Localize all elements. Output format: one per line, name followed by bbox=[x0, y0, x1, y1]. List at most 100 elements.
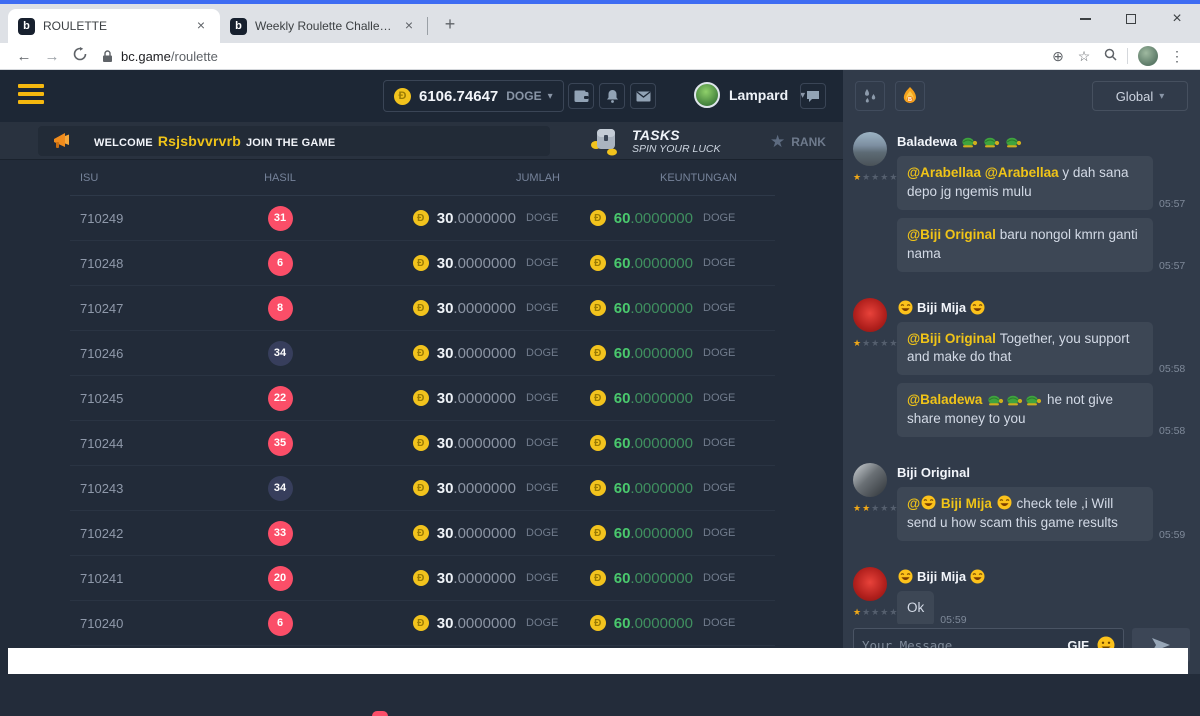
table-row[interactable]: 71024435Đ30.0000000DOGEĐ60.0000000DOGE bbox=[70, 421, 775, 466]
chat-message-group: ★★★★★Baladewa @Arabellaa @Arabellaa y dah… bbox=[853, 132, 1190, 280]
chat-user-avatar[interactable] bbox=[853, 567, 887, 601]
wallet-button[interactable] bbox=[568, 83, 594, 109]
coin-drop-button[interactable]: B bbox=[895, 81, 925, 111]
profit-integer: 60 bbox=[614, 615, 631, 632]
bet-id: 710243 bbox=[70, 481, 220, 496]
table-row[interactable]: 7102478Đ30.0000000DOGEĐ60.0000000DOGE bbox=[70, 286, 775, 331]
chat-user-avatar[interactable] bbox=[853, 298, 887, 332]
rain-button[interactable] bbox=[855, 81, 885, 111]
tab-close-icon[interactable]: × bbox=[400, 17, 418, 35]
chat-user-column: ★★★★★ bbox=[853, 132, 897, 280]
mention-link[interactable]: @ bbox=[907, 496, 920, 511]
hamburger-menu-icon[interactable] bbox=[18, 84, 44, 108]
mention-link[interactable]: @Biji Original bbox=[907, 227, 1000, 242]
rank-shortcut[interactable]: ★ RANK bbox=[770, 132, 826, 152]
messages-button[interactable] bbox=[630, 83, 656, 109]
tasks-shortcut[interactable]: TASKS SPIN YOUR LUCK bbox=[588, 125, 721, 157]
mention-link[interactable]: @Arabellaa bbox=[907, 165, 985, 180]
table-row[interactable]: 71024120Đ30.0000000DOGEĐ60.0000000DOGE bbox=[70, 556, 775, 601]
welcome-prefix: WELCOME bbox=[94, 137, 153, 149]
doge-coin-icon: Đ bbox=[590, 435, 606, 451]
chat-bubble: @Arabellaa @Arabellaa y dah sana depo jg… bbox=[897, 156, 1153, 210]
maximize-button[interactable] bbox=[1108, 4, 1154, 34]
laugh-emoji-icon bbox=[970, 300, 985, 315]
chat-username[interactable]: Biji Original bbox=[897, 465, 1190, 480]
reload-icon[interactable] bbox=[66, 47, 94, 65]
minimize-button[interactable] bbox=[1062, 4, 1108, 34]
amount-currency: DOGE bbox=[526, 302, 560, 314]
roulette-result-badge: 31 bbox=[268, 206, 293, 231]
mention-link[interactable]: @Arabellaa bbox=[985, 165, 1063, 180]
table-row[interactable]: 71024233Đ30.0000000DOGEĐ60.0000000DOGE bbox=[70, 511, 775, 556]
table-row[interactable]: 71024334Đ30.0000000DOGEĐ60.0000000DOGE bbox=[70, 466, 775, 511]
search-icon[interactable] bbox=[1097, 48, 1123, 64]
tab-weekly-challenge[interactable]: b Weekly Roulette Challenge - Win × bbox=[220, 9, 428, 43]
chat-message: @Arabellaa @Arabellaa y dah sana depo jg… bbox=[897, 156, 1190, 210]
user-menu[interactable]: Lampard ▾ bbox=[694, 82, 805, 108]
star-icon: ★ bbox=[871, 338, 880, 348]
table-row[interactable]: 71024522Đ30.0000000DOGEĐ60.0000000DOGE bbox=[70, 376, 775, 421]
profit-decimals: .0000000 bbox=[630, 480, 693, 497]
tab-roulette[interactable]: b ROULETTE × bbox=[8, 9, 220, 43]
chat-bubble: Ok bbox=[897, 591, 934, 624]
notifications-button[interactable] bbox=[599, 83, 625, 109]
profit-currency: DOGE bbox=[703, 347, 737, 359]
table-row[interactable]: 71024931Đ30.0000000DOGEĐ60.0000000DOGE bbox=[70, 196, 775, 241]
profit-cell: Đ60.0000000DOGE bbox=[560, 390, 737, 407]
url-field[interactable]: bc.game/roulette bbox=[102, 49, 1045, 64]
table-header-row: ISU HASIL JUMLAH KEUNTUNGAN bbox=[70, 160, 775, 196]
browser-menu-icon[interactable]: ⋮ bbox=[1164, 48, 1190, 65]
bet-amount-cell: Đ30.0000000DOGE bbox=[340, 390, 560, 407]
table-row[interactable]: 7102486Đ30.0000000DOGEĐ60.0000000DOGE bbox=[70, 241, 775, 286]
table-row[interactable]: 71024634Đ30.0000000DOGEĐ60.0000000DOGE bbox=[70, 331, 775, 376]
mention-link[interactable]: @Biji Original bbox=[907, 331, 1000, 346]
chat-message: @Biji Original baru nongol kmrn ganti na… bbox=[897, 218, 1190, 272]
profit-cell: Đ60.0000000DOGE bbox=[560, 300, 737, 317]
table-row[interactable]: 7102406Đ30.0000000DOGEĐ60.0000000DOGE bbox=[70, 601, 775, 646]
chat-username-text: Biji Original bbox=[897, 465, 970, 480]
tasks-subtitle: SPIN YOUR LUCK bbox=[632, 143, 721, 155]
partial-row-badge bbox=[372, 711, 388, 716]
turtle-emoji-icon bbox=[1025, 394, 1042, 406]
message-timestamp: 05:57 bbox=[1159, 198, 1185, 210]
balance-selector[interactable]: Đ 6106.74647 DOGE ▾ bbox=[383, 80, 564, 112]
chat-username[interactable]: Biji Mija bbox=[897, 300, 1190, 315]
svg-text:B: B bbox=[908, 97, 912, 103]
bet-amount-cell: Đ30.0000000DOGE bbox=[340, 525, 560, 542]
bookmark-star-icon[interactable]: ☆ bbox=[1071, 48, 1097, 65]
mention-link[interactable]: Biji Mija bbox=[937, 496, 996, 511]
announcement-banner: WELCOMERsjsbvvrvrbJOIN THE GAME TASKS SP… bbox=[0, 122, 843, 160]
tab-close-icon[interactable]: × bbox=[192, 17, 210, 35]
chat-toggle-button[interactable] bbox=[800, 83, 826, 109]
doge-coin-icon: Đ bbox=[413, 390, 429, 406]
doge-coin-icon: Đ bbox=[590, 300, 606, 316]
mention-link[interactable]: @Baladewa bbox=[907, 392, 986, 407]
bet-id: 710247 bbox=[70, 301, 220, 316]
tab-title: ROULETTE bbox=[43, 19, 184, 33]
profit-cell: Đ60.0000000DOGE bbox=[560, 255, 737, 272]
address-bar: ← → bc.game/roulette ⊕ ☆ ⋮ bbox=[0, 43, 1200, 70]
amount-currency: DOGE bbox=[526, 257, 560, 269]
user-avatar bbox=[694, 82, 720, 108]
new-tab-button[interactable]: + bbox=[436, 11, 464, 39]
amount-currency: DOGE bbox=[526, 347, 560, 359]
profit-integer: 60 bbox=[614, 435, 631, 452]
chat-user-avatar[interactable] bbox=[853, 132, 887, 166]
browser-profile-avatar[interactable] bbox=[1138, 46, 1158, 66]
chat-channel-value: Global bbox=[1116, 89, 1154, 104]
profit-integer: 60 bbox=[614, 525, 631, 542]
zoom-page-icon[interactable]: ⊕ bbox=[1045, 48, 1071, 65]
chat-username[interactable]: Biji Mija bbox=[897, 569, 1190, 584]
chat-channel-select[interactable]: Global ▾ bbox=[1092, 81, 1188, 111]
profit-cell: Đ60.0000000DOGE bbox=[560, 345, 737, 362]
treasure-chest-icon bbox=[588, 125, 624, 157]
star-icon: ★ bbox=[862, 503, 871, 513]
forward-icon[interactable]: → bbox=[38, 48, 66, 65]
chat-username[interactable]: Baladewa bbox=[897, 134, 1190, 149]
star-icon: ★ bbox=[853, 503, 862, 513]
close-button[interactable]: × bbox=[1154, 4, 1200, 34]
bet-amount-cell: Đ30.0000000DOGE bbox=[340, 255, 560, 272]
message-timestamp: 05:59 bbox=[940, 614, 966, 624]
chat-user-avatar[interactable] bbox=[853, 463, 887, 497]
back-icon[interactable]: ← bbox=[10, 48, 38, 65]
